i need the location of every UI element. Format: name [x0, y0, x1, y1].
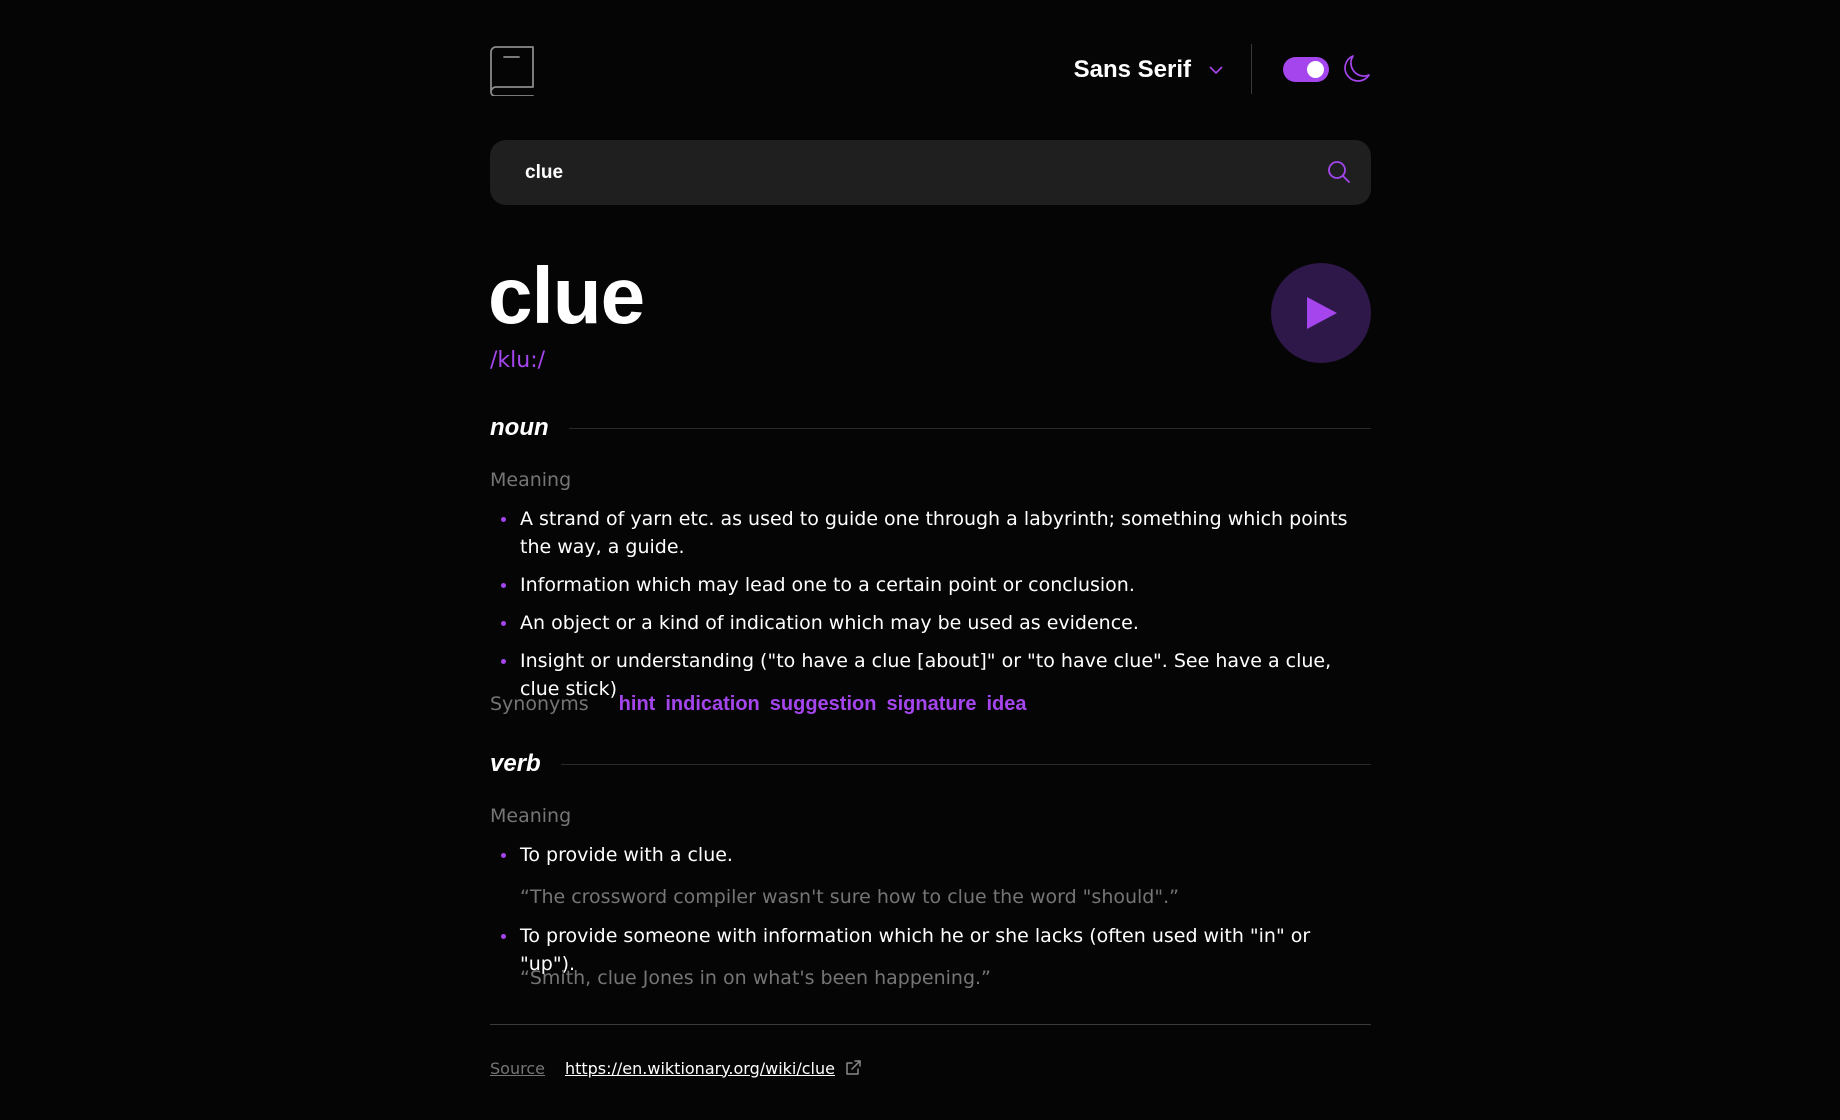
meaning-heading: Meaning: [490, 469, 572, 491]
header: Sans Serif: [490, 44, 1371, 96]
theme-toggle[interactable]: [1283, 57, 1329, 82]
definition-text: Information which may lead one to a cert…: [520, 574, 1135, 596]
synonym-link[interactable]: indication: [665, 693, 759, 716]
definition-item: An object or a kind of indication which …: [490, 609, 1371, 637]
definition-text: To provide with a clue.: [520, 844, 733, 866]
example-text: “Smith, clue Jones in on what's been hap…: [520, 967, 991, 989]
part-of-speech: noun: [490, 414, 549, 441]
source-row: Source https://en.wiktionary.org/wiki/cl…: [490, 1057, 861, 1079]
bullet: [501, 621, 506, 626]
definition-item: Information which may lead one to a cert…: [490, 571, 1371, 599]
synonym-link[interactable]: signature: [886, 693, 976, 716]
synonym-link[interactable]: suggestion: [770, 693, 877, 716]
moon-icon[interactable]: [1343, 54, 1371, 84]
font-family-label: Sans Serif: [1073, 56, 1191, 83]
word-title: clue: [488, 251, 645, 340]
header-divider: [1251, 44, 1252, 94]
toggle-knob: [1307, 61, 1324, 78]
search-bar: [490, 140, 1371, 205]
definition-text: An object or a kind of indication which …: [520, 612, 1139, 634]
source-link[interactable]: https://en.wiktionary.org/wiki/clue: [565, 1059, 835, 1078]
section-noun: noun: [490, 413, 1371, 443]
part-of-speech: verb: [490, 750, 541, 777]
bullet: [501, 934, 506, 939]
definition-text: A strand of yarn etc. as used to guide o…: [520, 508, 1348, 558]
synonyms-row: Synonyms hint indication suggestion sign…: [490, 690, 1037, 718]
section-verb: verb: [490, 749, 1371, 779]
play-audio-button[interactable]: [1271, 263, 1371, 363]
divider: [568, 427, 1371, 429]
footer-divider: [490, 1024, 1371, 1025]
bullet: [501, 583, 506, 588]
meaning-heading: Meaning: [490, 805, 572, 827]
definition-item: To provide with a clue.: [490, 841, 1371, 869]
bullet: [501, 853, 506, 858]
play-icon: [1307, 297, 1337, 329]
font-family-dropdown[interactable]: Sans Serif: [1074, 54, 1223, 86]
synonym-link[interactable]: hint: [619, 693, 656, 716]
bullet: [501, 659, 506, 664]
synonyms-heading: Synonyms: [490, 693, 589, 715]
example-text: “The crossword compiler wasn't sure how …: [520, 886, 1179, 908]
bullet: [501, 517, 506, 522]
book-logo-icon: [490, 46, 534, 96]
definition-item: A strand of yarn etc. as used to guide o…: [490, 505, 1371, 561]
phonetic: /klu:/: [490, 348, 546, 373]
chevron-down-icon: [1209, 66, 1223, 74]
search-icon[interactable]: [1327, 160, 1351, 184]
external-link-icon[interactable]: [845, 1060, 861, 1076]
source-label: Source: [490, 1058, 545, 1078]
divider: [560, 763, 1371, 765]
search-input[interactable]: [490, 140, 1310, 205]
synonym-link[interactable]: idea: [986, 693, 1026, 716]
dictionary-app: Sans Serif clue /klu:/ noun Meaning A st…: [488, 0, 1371, 1120]
